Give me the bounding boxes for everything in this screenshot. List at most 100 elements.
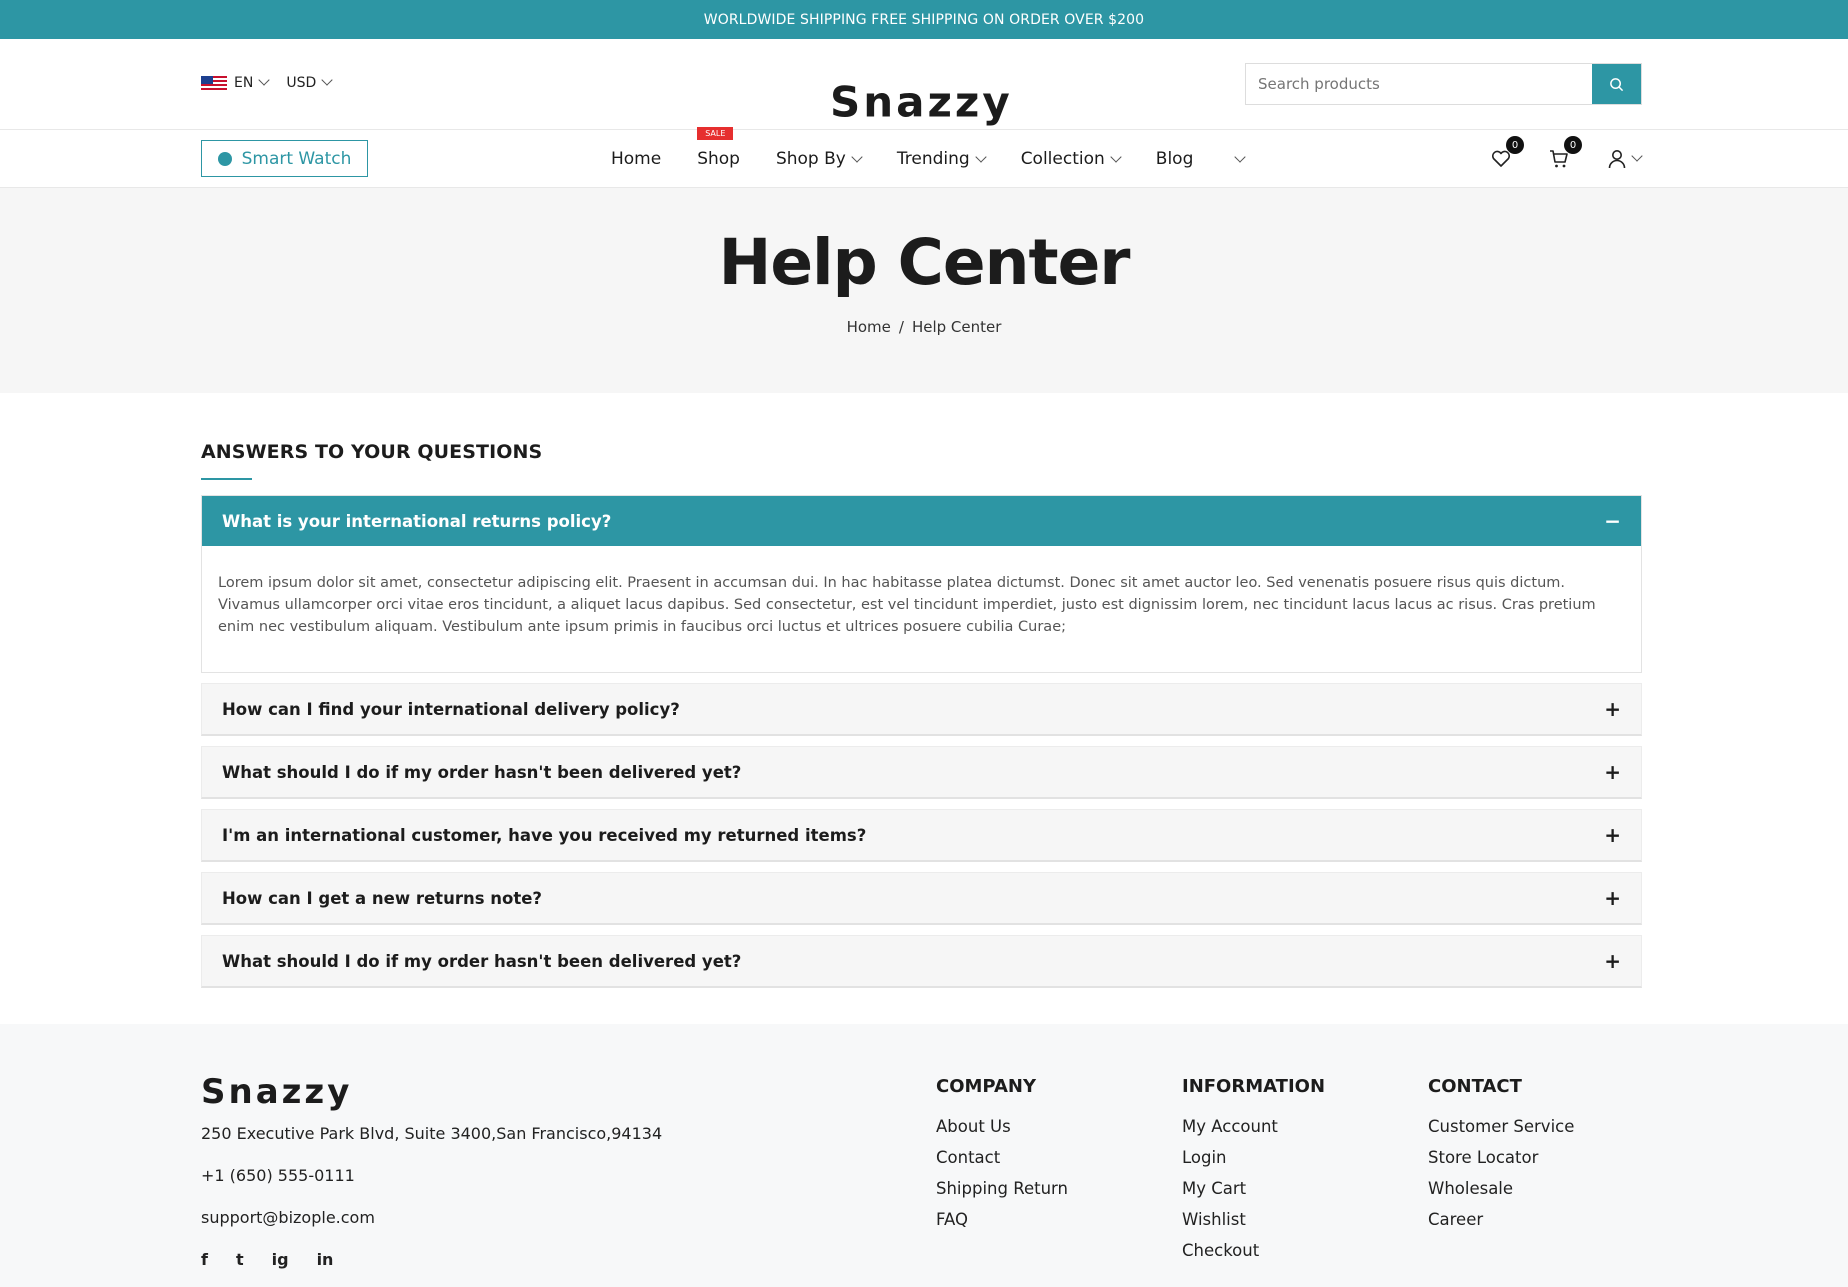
nav-item-trending[interactable]: Trending [896, 149, 987, 169]
chevron-down-icon [975, 151, 987, 163]
faq-question: What should I do if my order hasn't been… [222, 762, 742, 782]
footer-logo[interactable]: Snazzy [201, 1072, 352, 1112]
faq-question: How can I find your international delive… [222, 699, 680, 719]
cart-count-badge: 0 [1564, 136, 1582, 154]
breadcrumb-separator: / [898, 318, 904, 336]
page-hero: Help Center Home / Help Center [0, 188, 1848, 393]
search-button[interactable] [1592, 64, 1641, 104]
chevron-down-icon [1234, 151, 1247, 163]
sale-badge: SALE [697, 127, 734, 140]
main-nav: Smart Watch Home SALE Shop Shop By Trend… [0, 127, 1848, 188]
nav-label: Shop [697, 149, 740, 169]
footer-address: 250 Executive Park Blvd, Suite 3400,San … [201, 1124, 663, 1143]
footer: Snazzy 250 Executive Park Blvd, Suite 34… [0, 1024, 1848, 1287]
nav-item-collection[interactable]: Collection [1020, 149, 1122, 169]
faq-question: I'm an international customer, have you … [222, 825, 867, 845]
breadcrumb: Home / Help Center [0, 318, 1848, 336]
nav-item-blog[interactable]: Blog [1156, 149, 1194, 169]
footer-contact-column: CONTACT Customer Service Store Locator W… [1428, 1076, 1574, 1235]
chevron-down-icon [1110, 151, 1122, 163]
footer-column-title: CONTACT [1428, 1076, 1522, 1097]
faq-question: What should I do if my order hasn't been… [222, 951, 742, 971]
footer-link-store-locator[interactable]: Store Locator [1428, 1142, 1574, 1173]
faq-item[interactable]: How can I find your international delive… [201, 683, 1642, 736]
facebook-icon[interactable]: f [201, 1250, 208, 1269]
faq-question: How can I get a new returns note? [222, 888, 543, 908]
expand-icon: + [1604, 949, 1621, 973]
currency-selector[interactable]: USD [286, 74, 333, 91]
currency-label: USD [286, 75, 317, 91]
footer-link-shipping-return[interactable]: Shipping Return [936, 1173, 1068, 1204]
search-icon [1610, 77, 1624, 91]
breadcrumb-current: Help Center [911, 318, 1002, 336]
footer-link-wishlist[interactable]: Wishlist [1182, 1204, 1325, 1235]
faq-item-open: What is your international returns polic… [201, 495, 1642, 673]
footer-phone[interactable]: +1 (650) 555-0111 [201, 1166, 662, 1185]
nav-label: Collection [1020, 149, 1105, 169]
cart-icon [1550, 150, 1568, 168]
language-label: EN [234, 75, 254, 91]
footer-link-my-account[interactable]: My Account [1182, 1111, 1325, 1142]
faq-item[interactable]: How can I get a new returns note? + [201, 872, 1642, 925]
nav-label: Blog [1155, 149, 1194, 169]
nav-item-shop-by[interactable]: Shop By [775, 149, 863, 169]
faq-section: ANSWERS TO YOUR QUESTIONS What is your i… [201, 441, 1642, 988]
linkedin-icon[interactable]: in [317, 1250, 334, 1269]
wishlist-count-badge: 0 [1506, 136, 1524, 154]
header-actions: 0 0 [1488, 136, 1644, 172]
expand-icon: + [1604, 886, 1621, 910]
search-bar [1245, 63, 1642, 105]
twitter-icon[interactable]: t [236, 1250, 244, 1269]
footer-link-faq[interactable]: FAQ [936, 1204, 1068, 1235]
search-input[interactable] [1246, 64, 1592, 104]
locale-selectors: EN USD [201, 74, 333, 91]
footer-link-customer-service[interactable]: Customer Service [1428, 1111, 1574, 1142]
footer-link-checkout[interactable]: Checkout [1182, 1235, 1325, 1266]
footer-column-title: INFORMATION [1182, 1076, 1326, 1097]
wishlist-button[interactable]: 0 [1488, 136, 1524, 172]
heading-underline [201, 478, 252, 480]
watch-icon [217, 151, 232, 166]
nav-label: Trending [896, 149, 970, 169]
faq-item[interactable]: I'm an international customer, have you … [201, 809, 1642, 862]
footer-link-contact[interactable]: Contact [936, 1142, 1068, 1173]
footer-link-my-cart[interactable]: My Cart [1182, 1173, 1325, 1204]
account-button[interactable] [1604, 146, 1644, 172]
collapse-icon: − [1604, 509, 1621, 533]
nav-label: Home [611, 149, 662, 169]
chevron-down-icon [321, 74, 333, 86]
footer-information-column: INFORMATION My Account Login My Cart Wis… [1182, 1076, 1325, 1266]
user-icon [1608, 150, 1625, 169]
social-links: f t ig in [201, 1250, 662, 1269]
cart-button[interactable]: 0 [1546, 136, 1582, 172]
footer-link-about-us[interactable]: About Us [936, 1111, 1068, 1142]
chevron-down-icon [851, 151, 863, 163]
site-logo[interactable]: Snazzy [830, 78, 1013, 127]
announcement-bar: WORLDWIDE SHIPPING FREE SHIPPING ON ORDE… [0, 0, 1848, 39]
faq-item[interactable]: What should I do if my order hasn't been… [201, 935, 1642, 988]
instagram-icon[interactable]: ig [272, 1250, 289, 1269]
faq-question-toggle[interactable]: What is your international returns polic… [202, 496, 1641, 546]
expand-icon: + [1604, 697, 1621, 721]
breadcrumb-home[interactable]: Home [847, 318, 891, 336]
more-menu-button[interactable] [1229, 149, 1247, 169]
menu: Home SALE Shop Shop By Trending Collecti… [611, 127, 1280, 188]
nav-item-home[interactable]: Home [611, 149, 661, 169]
announcement-text: WORLDWIDE SHIPPING FREE SHIPPING ON ORDE… [703, 11, 1145, 28]
category-button[interactable]: Smart Watch [201, 140, 368, 177]
page-title: Help Center [718, 226, 1131, 299]
faq-heading: ANSWERS TO YOUR QUESTIONS [201, 441, 543, 463]
footer-company-column: COMPANY About Us Contact Shipping Return… [936, 1076, 1068, 1235]
language-selector[interactable]: EN [201, 74, 270, 91]
footer-link-login[interactable]: Login [1182, 1142, 1325, 1173]
expand-icon: + [1604, 823, 1621, 847]
chevron-down-icon [258, 74, 270, 86]
us-flag-icon [201, 75, 227, 91]
footer-link-wholesale[interactable]: Wholesale [1428, 1173, 1574, 1204]
faq-item[interactable]: What should I do if my order hasn't been… [201, 746, 1642, 799]
footer-link-career[interactable]: Career [1428, 1204, 1574, 1235]
nav-item-shop[interactable]: SALE Shop [697, 127, 740, 169]
chevron-down-icon [1630, 150, 1643, 162]
nav-label: Shop By [775, 149, 846, 169]
footer-email[interactable]: support@bizople.com [201, 1208, 662, 1227]
